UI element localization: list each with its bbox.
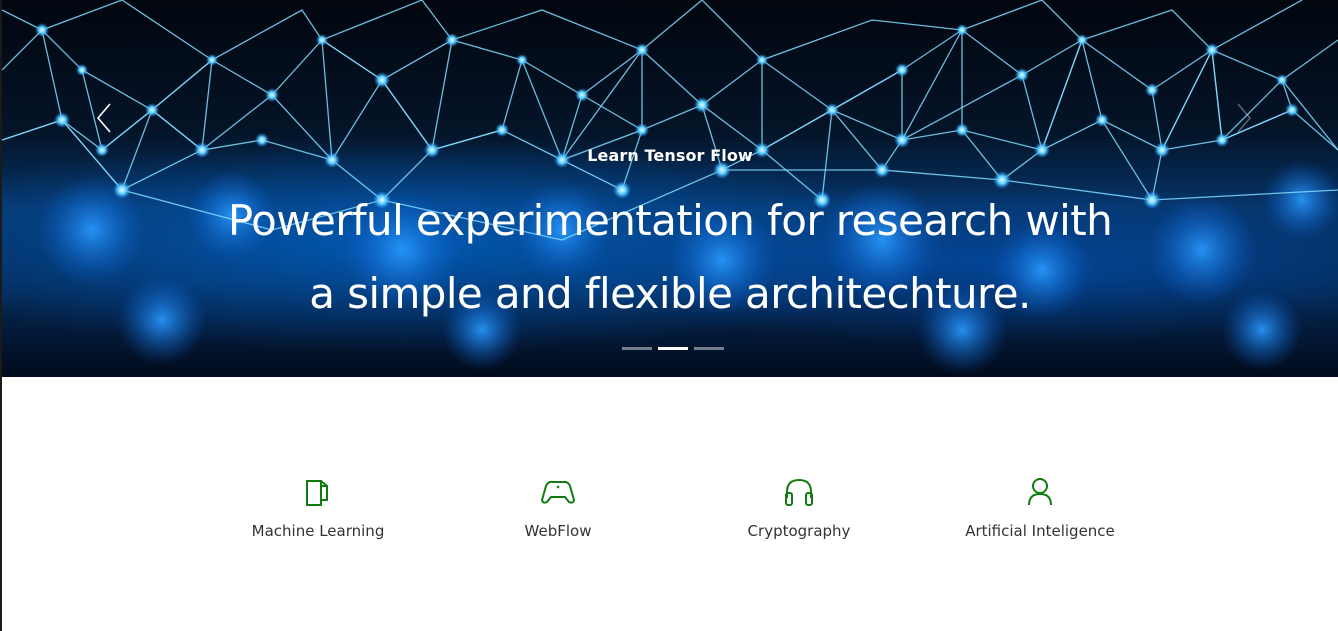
feature-machine-learning[interactable]: Machine Learning: [198, 470, 438, 540]
hero-eyebrow: Learn Tensor Flow: [587, 146, 753, 165]
hero-headline-line-1: Powerful experimentation for research wi…: [227, 196, 1113, 245]
chevron-right-icon: [1237, 103, 1252, 133]
feature-artificial-intelligence[interactable]: Artificial Inteligence: [920, 470, 1160, 540]
carousel-indicators: [622, 347, 724, 350]
person-icon: [1028, 478, 1052, 506]
tablet-device-icon: [306, 480, 328, 506]
carousel-next-button[interactable]: [1232, 100, 1256, 136]
hero-headline: Powerful experimentation for research wi…: [170, 184, 1170, 330]
gamepad-icon: [541, 480, 575, 504]
chevron-left-icon: [96, 103, 111, 133]
carousel-previous-button[interactable]: [92, 100, 116, 136]
hero-caption: Learn Tensor Flow Powerful experimentati…: [2, 0, 1338, 377]
page: Learn Tensor Flow Powerful experimentati…: [0, 0, 1338, 631]
feature-label: WebFlow: [524, 522, 592, 540]
feature-label: Machine Learning: [251, 522, 385, 540]
carousel-indicator-3[interactable]: [694, 347, 724, 350]
feature-label: Artificial Inteligence: [965, 522, 1115, 540]
carousel-indicator-2[interactable]: [658, 347, 688, 350]
features-row: Machine Learning WebFlow Cryptography Ar…: [2, 470, 1338, 570]
carousel-indicator-1[interactable]: [622, 347, 652, 350]
feature-label: Cryptography: [747, 522, 851, 540]
feature-cryptography[interactable]: Cryptography: [679, 470, 919, 540]
feature-webflow[interactable]: WebFlow: [438, 470, 678, 540]
hero-carousel: Learn Tensor Flow Powerful experimentati…: [2, 0, 1338, 377]
hero-headline-line-2: a simple and flexible architechture.: [309, 269, 1031, 318]
headphones-icon: [785, 478, 813, 506]
